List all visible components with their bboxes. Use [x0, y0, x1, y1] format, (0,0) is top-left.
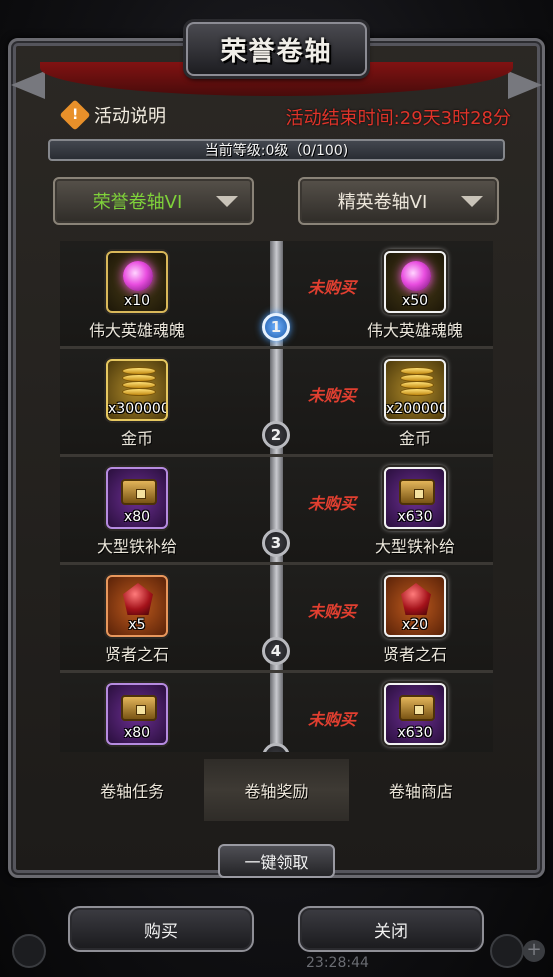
- item-slot: x50: [384, 251, 446, 313]
- philosopher-stone-icon: [401, 583, 431, 615]
- elite-scroll-selector-label: 精英卷轴VI: [337, 192, 428, 213]
- item-name: 贤者之石: [382, 645, 447, 664]
- scroll-tabs: 卷轴任务 卷轴奖励 卷轴商店: [60, 759, 493, 821]
- not-purchased-label: 未购买: [308, 494, 357, 513]
- reward-row: x5 贤者之石 未购买 x20 贤者之石 4: [60, 565, 493, 673]
- hero-soul-icon: [123, 261, 153, 291]
- item-quantity: x2000000: [386, 401, 444, 417]
- honor-reward-item[interactable]: x80 大型铁补给: [72, 467, 202, 557]
- reward-row: x80 大型铁补给 未购买 x630 大型铁补给 3: [60, 457, 493, 565]
- philosopher-stone-icon: [123, 583, 153, 615]
- reward-row: x80 未购买 x630: [60, 673, 493, 752]
- item-slot: x80: [106, 467, 168, 529]
- page-title: 荣誉卷轴: [220, 36, 333, 67]
- item-slot: x20: [384, 575, 446, 637]
- game-clock: 23:28:44: [306, 955, 369, 971]
- gold-coins-icon: [400, 367, 434, 397]
- honor-reward-item[interactable]: x10 伟大英雄魂魄: [72, 251, 202, 341]
- item-name: 金币: [120, 429, 153, 448]
- chevron-down-icon: [216, 195, 238, 207]
- item-quantity: x80: [123, 509, 151, 525]
- item-quantity: x10: [123, 293, 151, 309]
- reward-list[interactable]: x10 伟大英雄魂魄 未购买 x50 伟大英雄魂魄 1 x300000 金币 未…: [60, 241, 493, 752]
- hero-soul-icon: [401, 261, 431, 291]
- item-quantity: x20: [401, 617, 429, 633]
- chevron-down-icon: [461, 195, 483, 207]
- event-info-button[interactable]: ! 活动说明: [59, 99, 166, 131]
- title-plate: 荣誉卷轴: [186, 22, 367, 76]
- item-slot: x5: [106, 575, 168, 637]
- level-node: 3: [262, 529, 290, 557]
- elite-reward-item[interactable]: x630: [350, 683, 480, 745]
- level-node: 2: [262, 421, 290, 449]
- frame-spike-right: [508, 71, 542, 99]
- honor-scroll-selector[interactable]: 荣誉卷轴VI: [53, 177, 254, 225]
- item-name: 伟大英雄魂魄: [366, 321, 463, 340]
- item-slot: x300000: [106, 359, 168, 421]
- elite-reward-item[interactable]: x2000000 金币: [350, 359, 480, 449]
- honor-scroll-selector-label: 荣誉卷轴VI: [92, 192, 183, 213]
- elite-reward-item[interactable]: x20 贤者之石: [350, 575, 480, 665]
- item-quantity: x50: [401, 293, 429, 309]
- item-slot: x630: [384, 683, 446, 745]
- item-slot: x630: [384, 467, 446, 529]
- reward-row: x10 伟大英雄魂魄 未购买 x50 伟大英雄魂魄 1: [60, 241, 493, 349]
- item-name: 贤者之石: [104, 645, 169, 664]
- warning-icon: !: [59, 99, 91, 131]
- level-node: 1: [262, 313, 290, 341]
- tab-scroll-rewards[interactable]: 卷轴奖励: [204, 759, 349, 821]
- level-node: 4: [262, 637, 290, 665]
- level-progress-text: 当前等级:0级（0/100): [204, 143, 349, 159]
- item-quantity: x5: [128, 617, 146, 633]
- gold-coins-icon: [122, 367, 156, 397]
- item-quantity: x80: [123, 725, 151, 741]
- event-end-timer: 活动结束时间:29天3时28分: [285, 108, 511, 129]
- claim-all-button[interactable]: 一键领取: [218, 844, 335, 878]
- item-slot: x80: [106, 683, 168, 745]
- item-name: 伟大英雄魂魄: [88, 321, 185, 340]
- item-name: 大型铁补给: [374, 537, 455, 556]
- level-track: [270, 673, 283, 752]
- level-node: [262, 743, 290, 752]
- iron-supply-chest-icon: [399, 479, 435, 505]
- not-purchased-label: 未购买: [308, 602, 357, 621]
- reward-row: x300000 金币 未购买 x2000000 金币 2: [60, 349, 493, 457]
- item-slot: x2000000: [384, 359, 446, 421]
- buy-button[interactable]: 购买: [68, 906, 254, 952]
- plus-icon[interactable]: +: [523, 940, 545, 962]
- background-menu-icon: [490, 934, 524, 968]
- iron-supply-chest-icon: [399, 695, 435, 721]
- item-name: 大型铁补给: [96, 537, 177, 556]
- item-quantity: x630: [397, 509, 433, 525]
- level-progress-bar: 当前等级:0级（0/100): [48, 139, 505, 161]
- not-purchased-label: 未购买: [308, 278, 357, 297]
- item-quantity: x300000: [108, 401, 168, 417]
- elite-reward-item[interactable]: x630 大型铁补给: [350, 467, 480, 557]
- iron-supply-chest-icon: [121, 479, 157, 505]
- background-avatar-icon: [12, 934, 46, 968]
- frame-spike-left: [11, 71, 45, 99]
- elite-reward-item[interactable]: x50 伟大英雄魂魄: [350, 251, 480, 341]
- item-name: 金币: [398, 429, 431, 448]
- tab-scroll-shop[interactable]: 卷轴商店: [349, 759, 493, 821]
- tab-scroll-tasks[interactable]: 卷轴任务: [60, 759, 204, 821]
- item-quantity: x630: [397, 725, 433, 741]
- honor-reward-item[interactable]: x300000 金币: [72, 359, 202, 449]
- not-purchased-label: 未购买: [308, 386, 357, 405]
- close-button[interactable]: 关闭: [298, 906, 484, 952]
- elite-scroll-selector[interactable]: 精英卷轴VI: [298, 177, 499, 225]
- iron-supply-chest-icon: [121, 695, 157, 721]
- honor-reward-item[interactable]: x5 贤者之石: [72, 575, 202, 665]
- not-purchased-label: 未购买: [308, 710, 357, 729]
- event-info-label: 活动说明: [94, 106, 166, 127]
- honor-reward-item[interactable]: x80: [72, 683, 202, 745]
- item-slot: x10: [106, 251, 168, 313]
